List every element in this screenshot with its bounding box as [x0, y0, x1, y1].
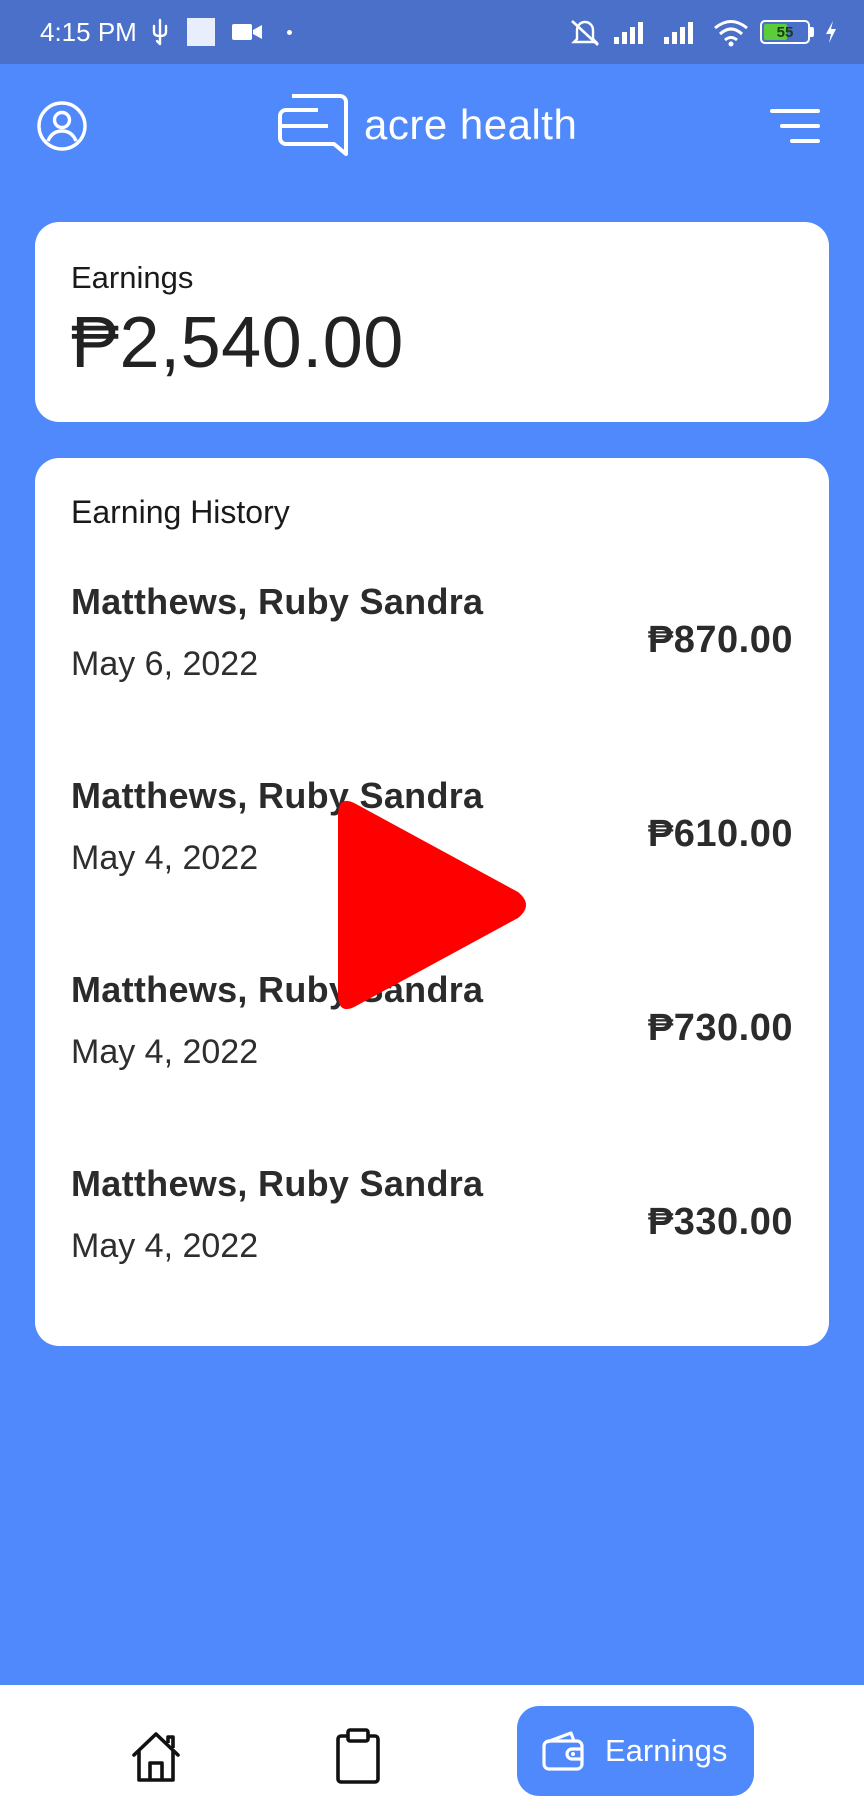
video-camera-icon [231, 24, 262, 40]
history-row[interactable]: Matthews, Ruby Sandra May 4, 2022 ₱330.0… [71, 1163, 793, 1357]
patient-name: Matthews, Ruby Sandra [71, 581, 484, 622]
earning-amount: ₱330.00 [647, 1201, 793, 1243]
app-header: acre health [0, 64, 864, 192]
status-right-icons: 55 [568, 0, 838, 64]
earning-amount: ₱610.00 [647, 813, 793, 855]
battery-tip [810, 27, 814, 37]
wallet-icon [542, 1731, 584, 1771]
app-name: acre health [364, 101, 578, 148]
wifi-icon [714, 20, 748, 47]
profile-icon[interactable] [36, 100, 88, 152]
usb-icon [152, 18, 168, 46]
play-icon[interactable] [332, 790, 532, 1020]
notification-dot-icon [286, 29, 292, 35]
battery-body: 55 [760, 20, 810, 44]
nav-earnings-label: Earnings [605, 1733, 728, 1768]
app-logo: acre health [278, 92, 577, 158]
earning-amount: ₱730.00 [647, 1007, 793, 1049]
menu-icon[interactable] [770, 106, 820, 146]
app-square-icon [186, 18, 215, 46]
nav-earnings-button[interactable]: Earnings [517, 1706, 754, 1796]
battery-level: 55 [776, 23, 794, 41]
home-icon[interactable] [128, 1729, 184, 1785]
earnings-summary-card: Earnings ₱2,540.00 [35, 222, 829, 422]
earnings-label: Earnings [71, 260, 194, 295]
charging-icon [826, 21, 836, 43]
mute-bell-icon [571, 20, 599, 46]
earning-amount: ₱870.00 [647, 619, 793, 661]
battery-indicator: 55 [760, 20, 814, 44]
signal-2-icon [664, 22, 693, 44]
history-row[interactable]: Matthews, Ruby Sandra May 6, 2022 ₱870.0… [71, 581, 793, 775]
history-title: Earning History [71, 494, 290, 530]
logo-chat-icon [278, 94, 348, 156]
status-left-icons [149, 18, 292, 46]
earnings-total: ₱2,540.00 [71, 303, 404, 383]
status-time: 4:15 PM [40, 16, 137, 47]
clipboard-icon[interactable] [332, 1727, 384, 1785]
signal-icon [614, 22, 643, 44]
bottom-navigation: Earnings [0, 1685, 864, 1815]
patient-name: Matthews, Ruby Sandra [71, 1163, 484, 1204]
status-bar: 4:15 PM 55 [0, 0, 864, 64]
